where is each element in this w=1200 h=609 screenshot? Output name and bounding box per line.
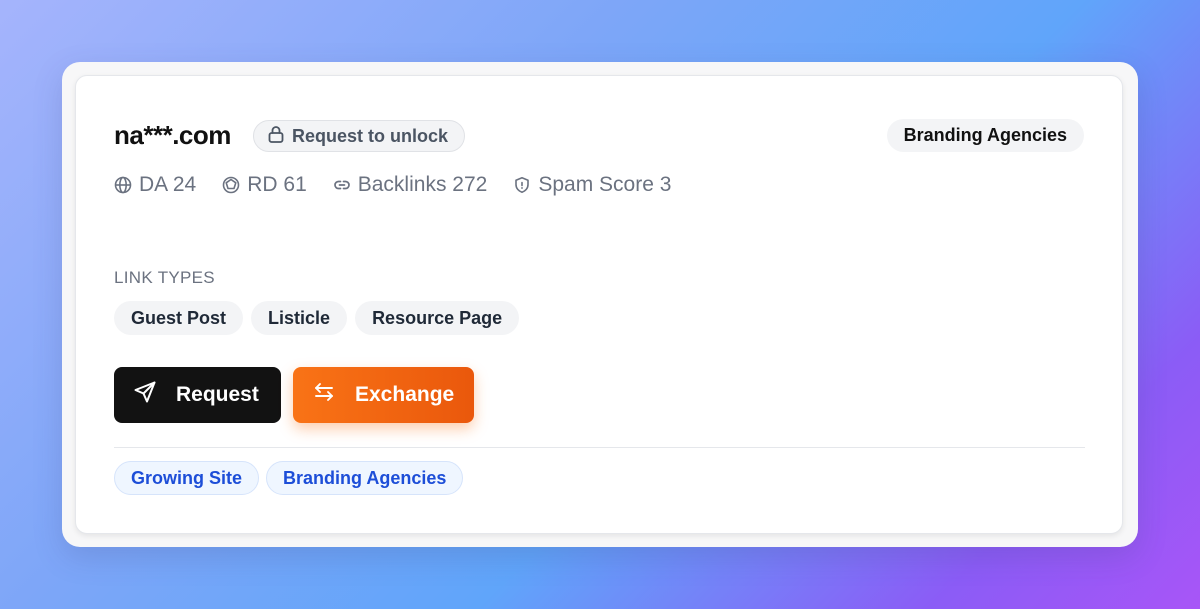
swap-arrows-icon	[313, 381, 335, 409]
request-unlock-label: Request to unlock	[292, 125, 449, 146]
exchange-button[interactable]: Exchange	[293, 367, 474, 423]
globe-icon	[114, 176, 132, 194]
link-types-list: Guest Post Listicle Resource Page	[114, 301, 520, 335]
site-domain: na***.com	[114, 120, 231, 150]
tag-branding-agencies[interactable]: Branding Agencies	[266, 461, 464, 495]
divider	[114, 447, 1085, 448]
metrics-row: DA 24 RD 61 Backlinks 272 Spam Score 3	[114, 173, 671, 197]
request-button[interactable]: Request	[114, 367, 281, 423]
metric-spam-score-label: Spam Score 3	[538, 173, 672, 196]
metric-rd: RD 61	[222, 173, 307, 197]
network-icon	[222, 176, 240, 194]
request-unlock-button[interactable]: Request to unlock	[253, 120, 466, 152]
tag-growing-site[interactable]: Growing Site	[114, 461, 260, 495]
metric-da-label: DA 24	[139, 173, 197, 196]
metric-da: DA 24	[114, 173, 196, 197]
link-type-guest-post: Guest Post	[114, 301, 244, 335]
link-type-resource-page: Resource Page	[355, 301, 520, 335]
metric-spam-score: Spam Score 3	[513, 173, 671, 197]
metric-backlinks-label: Backlinks 272	[357, 173, 488, 196]
category-badge: Branding Agencies	[886, 119, 1084, 152]
site-card: na***.com Request to unlock Branding Age…	[75, 75, 1123, 534]
metric-backlinks: Backlinks 272	[333, 173, 488, 197]
action-buttons: Request Exchange	[114, 367, 474, 423]
outer-frame: na***.com Request to unlock Branding Age…	[62, 62, 1138, 547]
request-button-label: Request	[176, 383, 259, 406]
link-type-listicle: Listicle	[251, 301, 348, 335]
lock-icon	[268, 125, 284, 148]
shield-icon	[513, 176, 531, 194]
link-icon	[333, 176, 351, 194]
metric-rd-label: RD 61	[247, 173, 307, 196]
tags-list: Growing Site Branding Agencies	[114, 461, 464, 495]
send-icon	[133, 380, 157, 410]
exchange-button-label: Exchange	[355, 383, 455, 406]
link-types-heading: LINK TYPES	[114, 268, 215, 287]
